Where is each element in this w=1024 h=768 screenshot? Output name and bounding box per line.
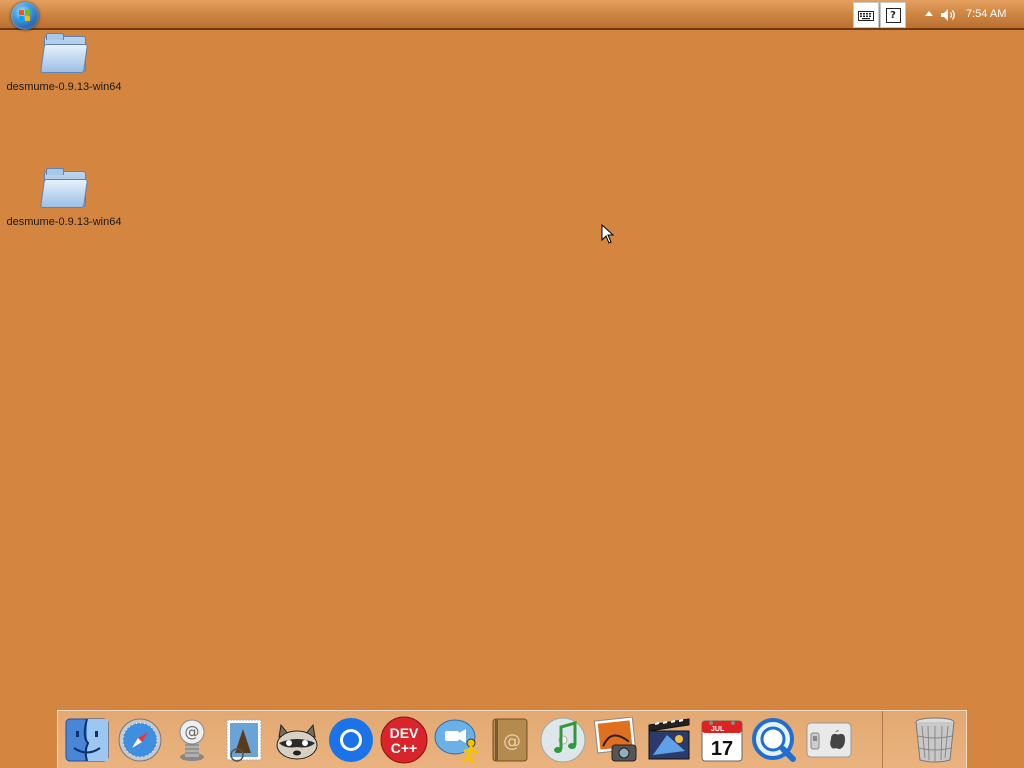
keyboard-icon[interactable] [853,2,879,28]
raccoon-icon [276,723,318,760]
dock-item-itunes[interactable] [539,715,587,765]
dock-item-finder[interactable] [63,715,111,765]
finder-icon [65,718,109,762]
aim-messenger-icon [434,719,479,763]
dock-item-quicktime[interactable] [751,715,799,765]
help-icon[interactable]: ? [880,2,906,28]
desktop-folder[interactable]: desmume-0.9.13-win64 [4,32,124,93]
mouse-cursor-icon [601,224,615,244]
desktop-folder[interactable]: desmume-0.9.13-win64 [4,167,124,228]
devcpp-icon: DEV C++ [380,716,428,764]
address-book-icon: @ [492,718,528,762]
dock-item-address-book[interactable]: @ [486,715,534,765]
clock[interactable]: 7:54 AM [966,8,1006,20]
desktop-folder-label: desmume-0.9.13-win64 [6,81,122,93]
dock-item-trash[interactable] [911,715,959,765]
dock-item-aim[interactable] [433,715,481,765]
dock-separator [882,711,883,768]
mail-stamp-icon [226,719,262,762]
apple-switch-icon [806,722,852,758]
calendar-month: JUL [711,726,725,733]
chromium-icon [329,718,373,762]
dock-item-iphoto[interactable] [592,715,640,765]
volume-icon[interactable] [940,8,958,22]
dock-item-calendar[interactable]: JUL 17 [698,715,746,765]
dock-item-safari[interactable] [116,715,164,765]
imovie-icon [648,718,690,760]
folder-icon [39,32,89,73]
svg-text:@: @ [503,731,521,752]
iphoto-icon [593,717,637,762]
itunes-icon [540,717,586,763]
dock-item-chromium[interactable] [327,715,375,765]
dock-item-dev-cpp[interactable]: DEV C++ [380,715,428,765]
folder-icon [39,167,89,208]
calendar-day: 17 [711,738,733,760]
show-hidden-icons-arrow[interactable] [925,11,933,16]
dock-item-boot-camp[interactable] [805,715,853,765]
taskbar: ? 7:54 AM [0,0,1024,30]
desktop-folder-label: desmume-0.9.13-win64 [6,216,122,228]
svg-text:DEV: DEV [390,725,419,741]
start-button[interactable] [11,2,39,30]
calendar-icon: JUL 17 [701,720,743,762]
dock-item-raccoon[interactable] [273,715,321,765]
quicktime-icon [752,718,796,762]
svg-text:@: @ [185,723,200,741]
dock-item-mail-stamp[interactable] [220,715,268,765]
at-mail-icon: @ [179,719,205,761]
windows-flag-icon [19,10,31,22]
safari-icon [118,718,162,762]
dock-item-imovie[interactable] [645,715,693,765]
trash-icon [915,717,955,763]
dock-item-mail-at[interactable]: @ [168,715,216,765]
svg-text:C++: C++ [391,740,417,756]
